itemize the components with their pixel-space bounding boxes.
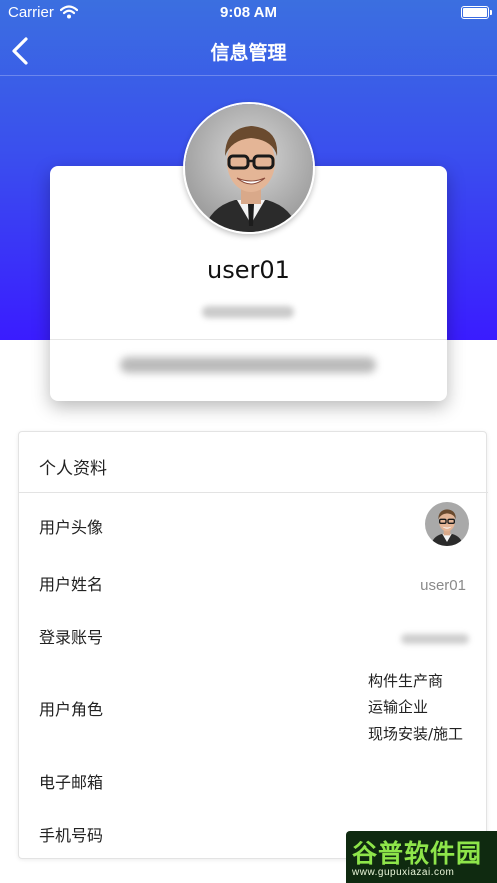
card-divider [50,339,447,340]
email-row-label: 电子邮箱 [39,773,104,792]
avatar-row-label: 用户头像 [39,518,104,537]
role-item: 构件生产商 [368,672,444,690]
login-row-label: 登录账号 [39,628,104,647]
user-avatar-photo [185,104,313,232]
site-watermark: 谷普软件园 www.gupuxiazai.com [346,831,497,883]
role-item: 现场安装/施工 [368,725,464,743]
profile-username: user01 [207,256,290,284]
page-title: 信息管理 [210,42,287,64]
section-divider [19,492,488,493]
name-row-value: user01 [420,577,466,594]
watermark-title: 谷普软件园 [352,839,483,868]
blurred-account-text [202,306,294,318]
role-row-label: 用户角色 [39,700,104,719]
battery-icon [461,6,492,19]
avatar-row-image[interactable] [425,502,469,546]
profile-avatar[interactable] [183,102,315,234]
blurred-roles-text [120,357,376,373]
watermark-url: www.gupuxiazai.com [352,867,455,878]
name-row-label: 用户姓名 [39,575,104,594]
navigation-bar: 信息管理 [0,26,497,76]
blurred-login-value [401,634,469,644]
personal-info-card: 个人资料 用户头像 用户姓名 user01 登录账号 用户角色 构件生产商 运输… [18,431,488,859]
section-title: 个人资料 [39,459,107,479]
status-bar: Carrier 9:08 AM [0,0,497,26]
user-avatar-thumbnail [425,502,469,546]
phone-row-label: 手机号码 [39,826,104,845]
status-time: 9:08 AM [220,4,277,21]
role-item: 运输企业 [368,698,429,716]
